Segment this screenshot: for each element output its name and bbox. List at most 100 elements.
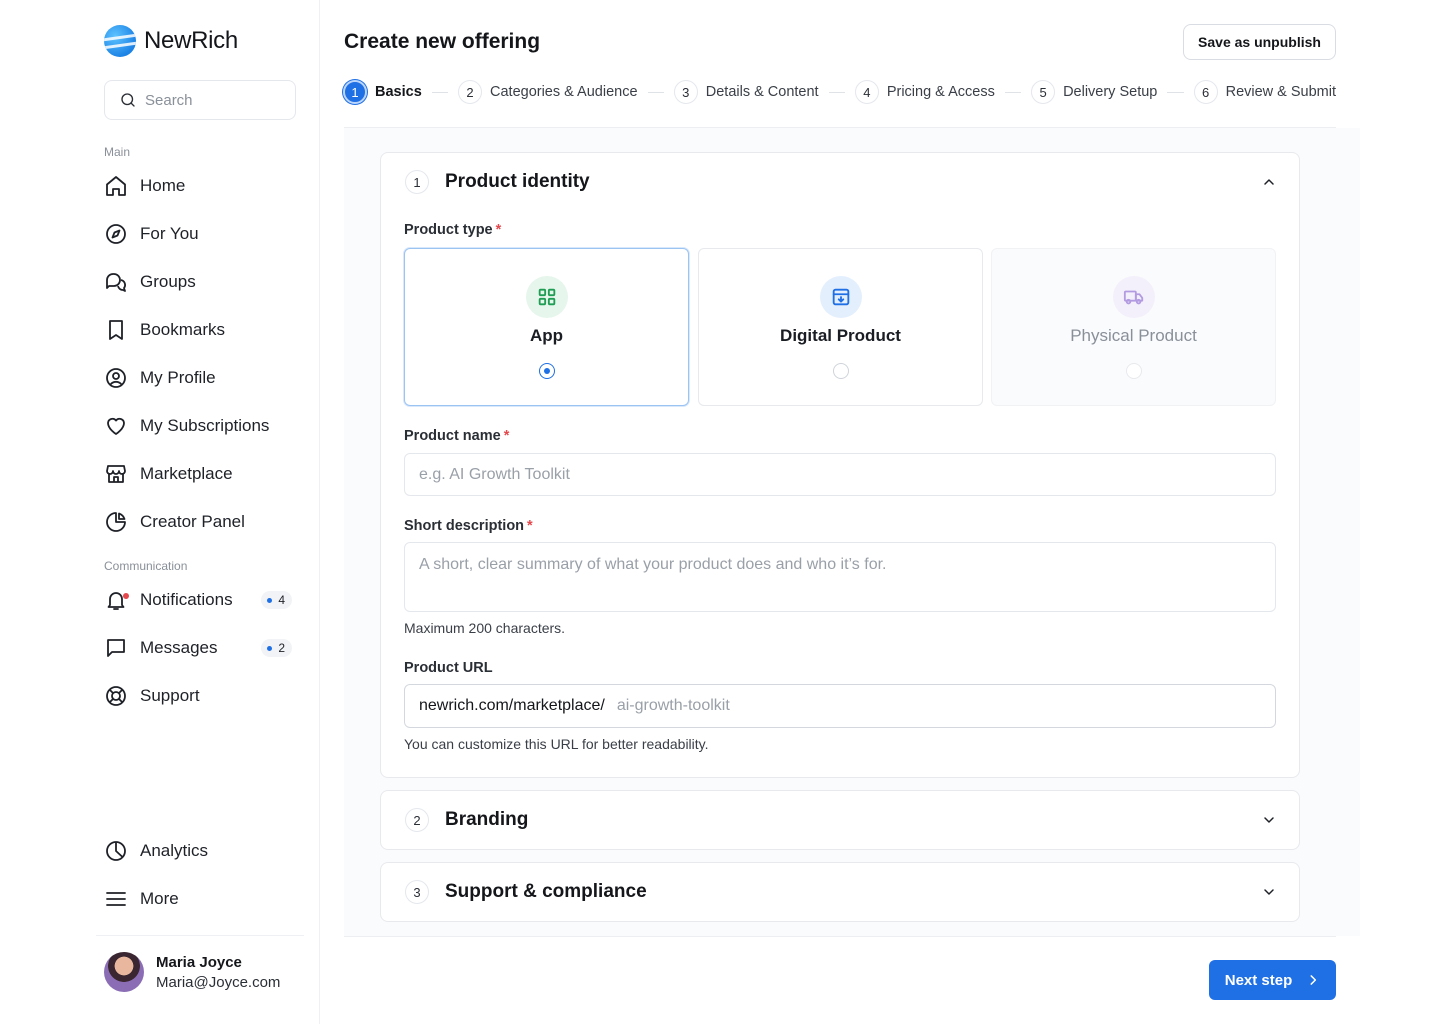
user-circle-icon [104,366,128,390]
step-connector [1167,91,1184,93]
sidebar-item-groups[interactable]: Groups [104,262,296,302]
section-header[interactable]: 3 Support & compliance [405,863,647,921]
product-type-physical: Physical Product [991,248,1276,406]
sidebar-item-my-subscriptions[interactable]: My Subscriptions [104,406,296,446]
section-number: 3 [405,880,429,904]
sidebar-item-creator-panel[interactable]: Creator Panel [104,502,296,542]
step-pricing-access[interactable]: 4 Pricing & Access [854,80,995,104]
brand-name: NewRich [144,27,238,54]
count-badge: 4 [261,591,292,609]
chevron-right-icon [1310,975,1317,985]
sidebar-item-notifications[interactable]: Notifications 4 [104,580,296,620]
section-header[interactable]: 2 Branding [405,791,528,849]
product-type-label: Product type * [404,222,502,238]
chat-bubbles-icon [104,270,128,294]
section-label-main: Main [104,145,131,159]
product-url-field[interactable]: newrich.com/marketplace/ [404,684,1276,728]
step-number: 5 [1031,80,1056,104]
bookmark-icon [104,318,128,342]
sidebar-item-marketplace[interactable]: Marketplace [104,454,296,494]
avatar [104,952,144,992]
step-connector [647,91,664,93]
truck-icon [1113,276,1155,318]
sidebar-item-label: Groups [140,272,196,291]
sidebar-item-label: Marketplace [140,464,233,483]
section-title: Support & compliance [445,881,647,902]
section-label-communication: Communication [104,559,188,573]
chevron-up-icon[interactable] [1259,172,1279,192]
section-number: 2 [405,808,429,832]
sidebar-item-analytics[interactable]: Analytics [104,831,296,871]
radio-selected[interactable] [539,363,555,379]
product-type-digital[interactable]: Digital Product [698,248,983,406]
lifebuoy-icon [104,684,128,708]
stepper: 1 Basics 2 Categories & Audience 3 Detai… [343,78,1336,106]
sidebar-item-messages[interactable]: Messages 2 [104,628,296,668]
step-basics[interactable]: 1 Basics [343,80,422,104]
message-icon [104,636,128,660]
product-url-label: Product URL [404,660,493,676]
radio-unselected[interactable] [833,363,849,379]
section-title: Product identity [445,171,590,192]
step-delivery-setup[interactable]: 5 Delivery Setup [1031,80,1157,104]
sidebar-item-label: Messages [140,638,218,657]
footer-divider [344,936,1336,937]
grid-icon [526,276,568,318]
step-details-content[interactable]: 3 Details & Content [673,80,819,104]
section-product-identity: 1 Product identity Product type * App Dig… [380,152,1300,778]
step-connector [828,91,845,93]
sidebar-item-more[interactable]: More [104,879,296,919]
sidebar-item-support[interactable]: Support [104,676,296,716]
step-label: Basics [375,84,422,100]
bell-icon [104,588,129,612]
short-description-helper: Maximum 200 characters. [404,620,566,636]
product-type-app[interactable]: App [404,248,689,406]
step-number: 1 [343,80,367,104]
sidebar-divider [96,935,304,936]
step-number: 3 [673,80,698,104]
sidebar-item-label: Creator Panel [140,512,245,531]
count-badge: 2 [261,639,292,657]
analytics-icon [104,839,128,863]
user-name: Maria Joyce [156,953,242,971]
step-number: 6 [1193,80,1218,104]
section-branding[interactable]: 2 Branding [380,790,1300,850]
user-profile[interactable]: Maria Joyce Maria@Joyce.com [104,952,280,992]
product-url-input[interactable] [616,697,1217,715]
product-type-name: Physical Product [1070,326,1197,345]
next-step-button[interactable]: Next step [1209,960,1336,1000]
step-label: Details & Content [705,84,819,100]
chevron-down-icon[interactable] [1259,882,1279,902]
compass-icon [104,222,128,246]
step-categories-audience[interactable]: 2 Categories & Audience [458,80,638,104]
logo-icon [104,25,136,57]
download-box-icon [820,276,862,318]
section-header[interactable]: 1 Product identity [405,153,590,211]
chevron-down-icon[interactable] [1259,810,1279,830]
heart-icon [104,414,128,438]
step-connector [1004,91,1022,93]
section-title: Branding [445,809,529,830]
search-icon [121,93,135,107]
url-prefix: newrich.com/marketplace/ [419,697,605,714]
section-support-compliance[interactable]: 3 Support & compliance [380,862,1300,922]
product-type-name: Digital Product [780,326,901,345]
brand-logo[interactable]: NewRich [104,25,238,57]
step-review-submit[interactable]: 6 Review & Submit [1193,80,1336,104]
short-description-label: Short description * [404,518,533,534]
sidebar-item-for-you[interactable]: For You [104,214,296,254]
sidebar-item-home[interactable]: Home [104,166,296,206]
short-description-textarea[interactable] [404,542,1276,612]
save-unpublish-button[interactable]: Save as unpublish [1183,24,1336,60]
user-email: Maria@Joyce.com [156,973,281,991]
search-input[interactable] [145,91,275,109]
sidebar-item-my-profile[interactable]: My Profile [104,358,296,398]
search-box[interactable] [104,80,296,120]
sidebar-item-bookmarks[interactable]: Bookmarks [104,310,296,350]
next-step-label: Next step [1224,971,1293,989]
step-label: Delivery Setup [1063,84,1158,100]
section-number: 1 [405,170,429,194]
product-name-input[interactable] [404,453,1276,496]
sidebar-item-label: My Subscriptions [140,416,270,435]
product-name-label: Product name * [404,428,510,444]
